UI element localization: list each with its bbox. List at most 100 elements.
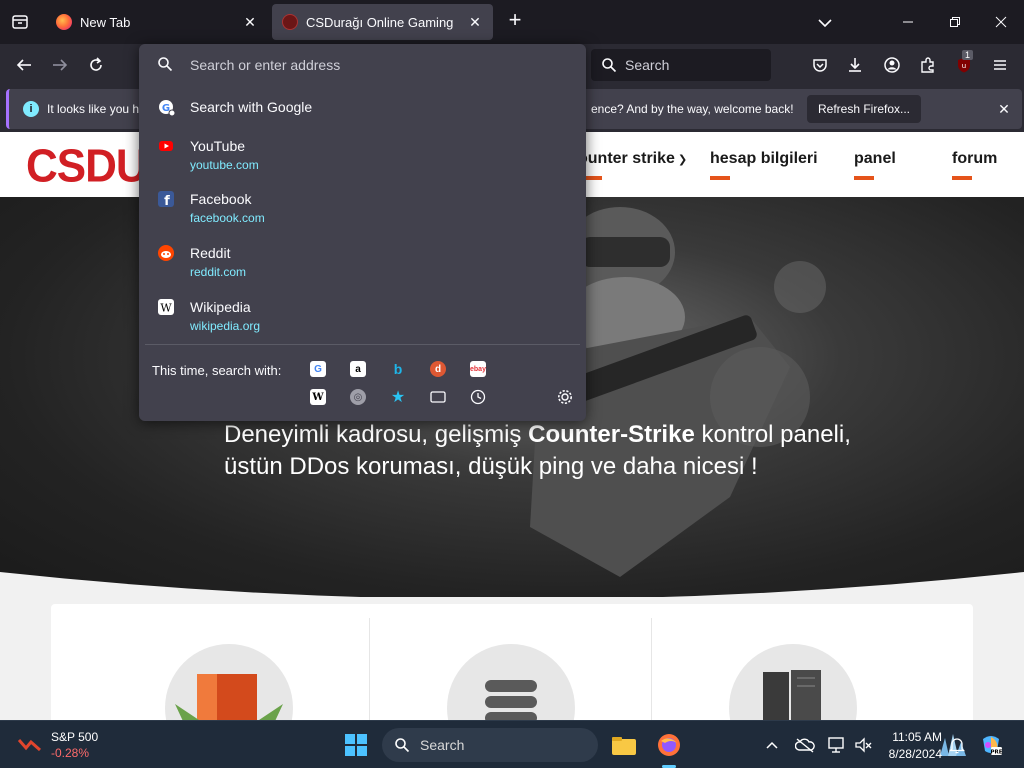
firefox-view-icon[interactable]	[8, 10, 32, 34]
nav-panel[interactable]: panel	[854, 150, 896, 180]
reload-icon[interactable]	[84, 53, 108, 77]
search-bar-placeholder: Search	[625, 57, 670, 73]
feature-card-circle	[165, 644, 293, 720]
hamburger-menu-icon[interactable]	[988, 53, 1012, 77]
minimize-button[interactable]	[896, 10, 920, 34]
suggestion-url: reddit.com	[190, 265, 247, 279]
server-stack-icon	[485, 680, 537, 720]
suggestion-search-google[interactable]: G Search with Google	[139, 96, 586, 120]
new-tab-button[interactable]: +	[504, 9, 526, 32]
hero-tagline: Deneyimli kadrosu, gelişmiş Counter-Stri…	[224, 421, 851, 480]
firefox-taskbar-icon[interactable]	[657, 733, 681, 757]
amazon-icon[interactable]: a	[350, 361, 366, 377]
bookmarks-star-icon[interactable]: ★	[390, 389, 406, 406]
card-divider	[651, 618, 652, 720]
dropdown-separator	[145, 344, 580, 345]
chevron-down-icon: ❯	[674, 154, 688, 166]
feature-card-circle	[447, 644, 575, 720]
suggestion-url: youtube.com	[190, 158, 259, 172]
downloads-icon[interactable]	[843, 53, 867, 77]
suggestion-reddit[interactable]: Reddit reddit.com	[139, 239, 586, 289]
suggestion-facebook[interactable]: f Facebook facebook.com	[139, 185, 586, 235]
notification-text-continued: ence? And by the way, welcome back!	[591, 102, 794, 116]
taskbar-search-label: Search	[420, 737, 465, 753]
taskbar-search[interactable]: Search	[382, 728, 966, 762]
suggestion-title: Facebook	[190, 191, 252, 207]
google-icon[interactable]: G	[310, 361, 326, 377]
history-clock-icon[interactable]	[470, 389, 486, 405]
suggestion-title: Search with Google	[190, 99, 313, 115]
facebook-icon: f	[158, 191, 174, 207]
duckduckgo-icon[interactable]: d	[430, 361, 446, 377]
svg-text:W: W	[160, 302, 172, 315]
tab-label: CSDurağı Online Gaming	[306, 14, 454, 30]
clock-date[interactable]: 8/28/2024	[880, 747, 942, 761]
back-arrow-icon[interactable]	[12, 53, 36, 77]
search-settings-gear-icon[interactable]	[557, 389, 573, 405]
nav-counter-strike[interactable]: ounter strike ❯	[578, 150, 688, 180]
list-all-tabs-chevron-icon[interactable]	[814, 12, 836, 34]
notification-bell-icon[interactable]	[945, 733, 969, 757]
info-icon: i	[23, 101, 39, 117]
suggestion-title: Reddit	[190, 245, 231, 261]
search-history-icon[interactable]: ◎	[350, 389, 366, 405]
refresh-firefox-button[interactable]: Refresh Firefox...	[807, 95, 921, 123]
tab-strip: New Tab ✕ CSDurağı Online Gaming ✕ +	[0, 0, 1024, 44]
extensions-puzzle-icon[interactable]	[916, 53, 940, 77]
nav-forum[interactable]: forum	[952, 150, 997, 180]
svg-text:u: u	[962, 62, 966, 70]
stock-chart-icon[interactable]	[18, 732, 42, 756]
server-rack-icon	[763, 670, 821, 720]
card-divider	[369, 618, 370, 720]
address-placeholder: Search or enter address	[190, 57, 341, 73]
search-bar[interactable]: Search	[591, 49, 771, 81]
suggestion-url: facebook.com	[190, 211, 265, 225]
windows-taskbar: S&P 500 -0.28% Search 11:05 AM 8/28/2024…	[0, 720, 1024, 768]
copilot-icon[interactable]: PRE	[979, 733, 1003, 757]
search-icon	[602, 58, 617, 73]
windows-start-icon[interactable]	[344, 733, 368, 757]
restore-button[interactable]	[943, 10, 967, 34]
extension-badge: 1	[962, 50, 974, 60]
stock-name[interactable]: S&P 500	[51, 730, 98, 744]
tab-label: New Tab	[80, 14, 131, 30]
close-tab-icon[interactable]: ✕	[467, 14, 483, 30]
tabs-icon[interactable]	[430, 389, 446, 405]
suggestion-wikipedia[interactable]: W Wikipedia wikipedia.org	[139, 293, 586, 343]
wikipedia-icon: W	[158, 299, 174, 315]
search-icon	[158, 57, 173, 72]
svg-text:f: f	[164, 194, 170, 207]
bing-icon[interactable]: b	[390, 361, 406, 377]
chevron-up-icon[interactable]	[760, 733, 784, 757]
pocket-icon[interactable]	[808, 53, 832, 77]
address-input[interactable]: Search or enter address	[139, 44, 586, 86]
volume-muted-icon[interactable]	[852, 733, 876, 757]
onedrive-offline-icon[interactable]	[793, 733, 817, 757]
feature-card-circle	[729, 644, 857, 720]
svg-text:PRE: PRE	[990, 750, 1002, 756]
clock-time[interactable]: 11:05 AM	[880, 730, 942, 744]
reddit-icon	[158, 245, 174, 261]
google-icon: G	[159, 100, 176, 117]
stock-change: -0.28%	[51, 746, 90, 760]
file-explorer-icon[interactable]	[612, 733, 636, 757]
ebay-icon[interactable]: ebay	[470, 361, 486, 377]
network-icon[interactable]	[825, 733, 849, 757]
csduragi-favicon-icon	[282, 14, 298, 30]
forward-arrow-icon[interactable]	[48, 53, 72, 77]
tab-csduragi[interactable]: CSDurağı Online Gaming ✕	[272, 4, 493, 40]
close-tab-icon[interactable]: ✕	[242, 14, 258, 30]
search-icon	[395, 738, 410, 753]
notification-text: It looks like you ha	[47, 102, 146, 116]
suggestion-url: wikipedia.org	[190, 319, 261, 333]
close-notification-icon[interactable]: ✕	[995, 100, 1013, 118]
close-window-button[interactable]	[989, 10, 1013, 34]
suggestion-title: Wikipedia	[190, 299, 251, 315]
nav-hesap-bilgileri[interactable]: hesap bilgileri	[710, 150, 818, 180]
box-feature-icon	[175, 674, 283, 720]
account-icon[interactable]	[880, 53, 904, 77]
tab-new-tab[interactable]: New Tab ✕	[46, 4, 268, 40]
address-bar-dropdown: Search or enter address G Search with Go…	[139, 44, 586, 421]
suggestion-youtube[interactable]: YouTube youtube.com	[139, 132, 586, 182]
wikipedia-icon[interactable]: W	[310, 389, 326, 405]
